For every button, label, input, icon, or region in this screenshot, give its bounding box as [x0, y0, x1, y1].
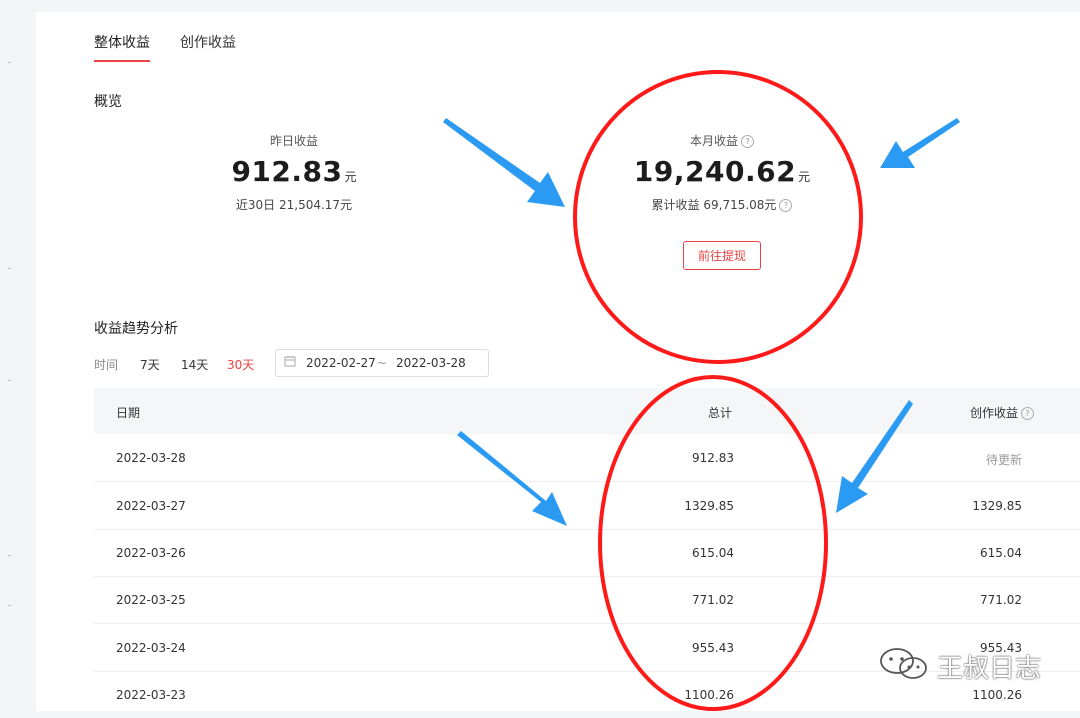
month-stat: 本月收益? 19,240.62 元 累计收益 69,715.08元? 前往提现 — [622, 132, 822, 270]
rail-mark — [8, 555, 11, 556]
header-date: 日期 — [116, 406, 141, 420]
tab-overall-earnings[interactable]: 整体收益 — [94, 32, 150, 62]
help-icon[interactable]: ? — [741, 135, 754, 148]
yesterday-unit: 元 — [344, 170, 357, 184]
row-date: 2022-03-27 — [116, 499, 186, 513]
row-creation: 1100.26 — [972, 688, 1022, 702]
row-total: 771.02 — [692, 593, 734, 607]
withdraw-button[interactable]: 前往提现 — [682, 241, 761, 270]
help-icon[interactable]: ? — [1021, 407, 1035, 420]
row-total: 1329.85 — [684, 499, 734, 513]
table-row: 2022-03-25 771.02 771.02 — [94, 576, 1080, 624]
row-creation: 待更新 — [985, 453, 1022, 467]
date-range-picker[interactable]: 2022-02-27 ~ 2022-03-28 — [275, 349, 489, 377]
row-date: 2022-03-28 — [116, 451, 186, 465]
left-rail — [0, 0, 36, 711]
date-separator: ~ — [377, 356, 388, 370]
date-start[interactable]: 2022-02-27 — [306, 356, 376, 370]
table-row: 2022-03-27 1329.85 1329.85 — [94, 482, 1080, 530]
row-total: 912.83 — [692, 451, 734, 465]
option-7-days[interactable]: 7天 — [140, 356, 160, 373]
header-creation: 创作收益? — [970, 404, 1035, 421]
option-30-days[interactable]: 30天 — [227, 356, 254, 373]
month-label-wrap: 本月收益? — [622, 132, 822, 149]
calendar-icon — [284, 355, 296, 370]
row-date: 2022-03-24 — [116, 641, 186, 655]
month-label: 本月收益 — [689, 134, 738, 148]
header-total: 总计 — [708, 406, 733, 420]
earnings-card: 整体收益 创作收益 概览 昨日收益 912.83 元 近30日 21,504.17… — [36, 12, 1080, 711]
cumulative-earnings: 累计收益 69,715.08元 — [651, 198, 777, 212]
row-date: 2022-03-23 — [116, 688, 186, 702]
month-value: 19,240.62 — [633, 155, 797, 188]
yesterday-label: 昨日收益 — [269, 134, 318, 148]
help-icon[interactable]: ? — [779, 199, 793, 212]
yesterday-stat: 昨日收益 912.83 元 近30日 21,504.17元 — [194, 132, 394, 213]
yesterday-value: 912.83 — [231, 155, 343, 188]
row-date: 2022-03-26 — [116, 546, 186, 560]
last-30-days-earnings: 近30日 21,504.17元 — [235, 198, 353, 212]
row-creation: 771.02 — [980, 593, 1022, 607]
cumulative-earnings-wrap: 累计收益 69,715.08元? — [622, 196, 822, 213]
row-creation: 1329.85 — [972, 499, 1022, 513]
rail-mark — [8, 268, 11, 269]
option-14-days[interactable]: 14天 — [181, 356, 208, 373]
row-date: 2022-03-25 — [116, 593, 186, 607]
row-total: 1100.26 — [684, 688, 734, 702]
row-total: 615.04 — [692, 546, 734, 560]
time-label: 时间 — [94, 358, 119, 372]
month-unit: 元 — [798, 170, 811, 184]
trend-title: 收益趋势分析 — [94, 321, 178, 337]
overview-title: 概览 — [94, 94, 122, 110]
wechat-icon — [875, 646, 933, 686]
rail-mark — [8, 605, 11, 606]
rail-mark — [8, 62, 11, 63]
table-header: 日期 总计 创作收益? — [94, 388, 1080, 434]
watermark-text: 王叔日志 — [937, 654, 1042, 684]
rail-mark — [8, 380, 11, 381]
date-end[interactable]: 2022-03-28 — [396, 356, 466, 370]
row-creation: 615.04 — [980, 546, 1022, 560]
header-creation-label: 创作收益 — [970, 406, 1019, 420]
row-total: 955.43 — [692, 641, 734, 655]
tab-creation-earnings[interactable]: 创作收益 — [180, 32, 236, 60]
table-row: 2022-03-26 615.04 615.04 — [94, 529, 1080, 577]
table-row: 2022-03-28 912.83 待更新 — [94, 434, 1080, 482]
